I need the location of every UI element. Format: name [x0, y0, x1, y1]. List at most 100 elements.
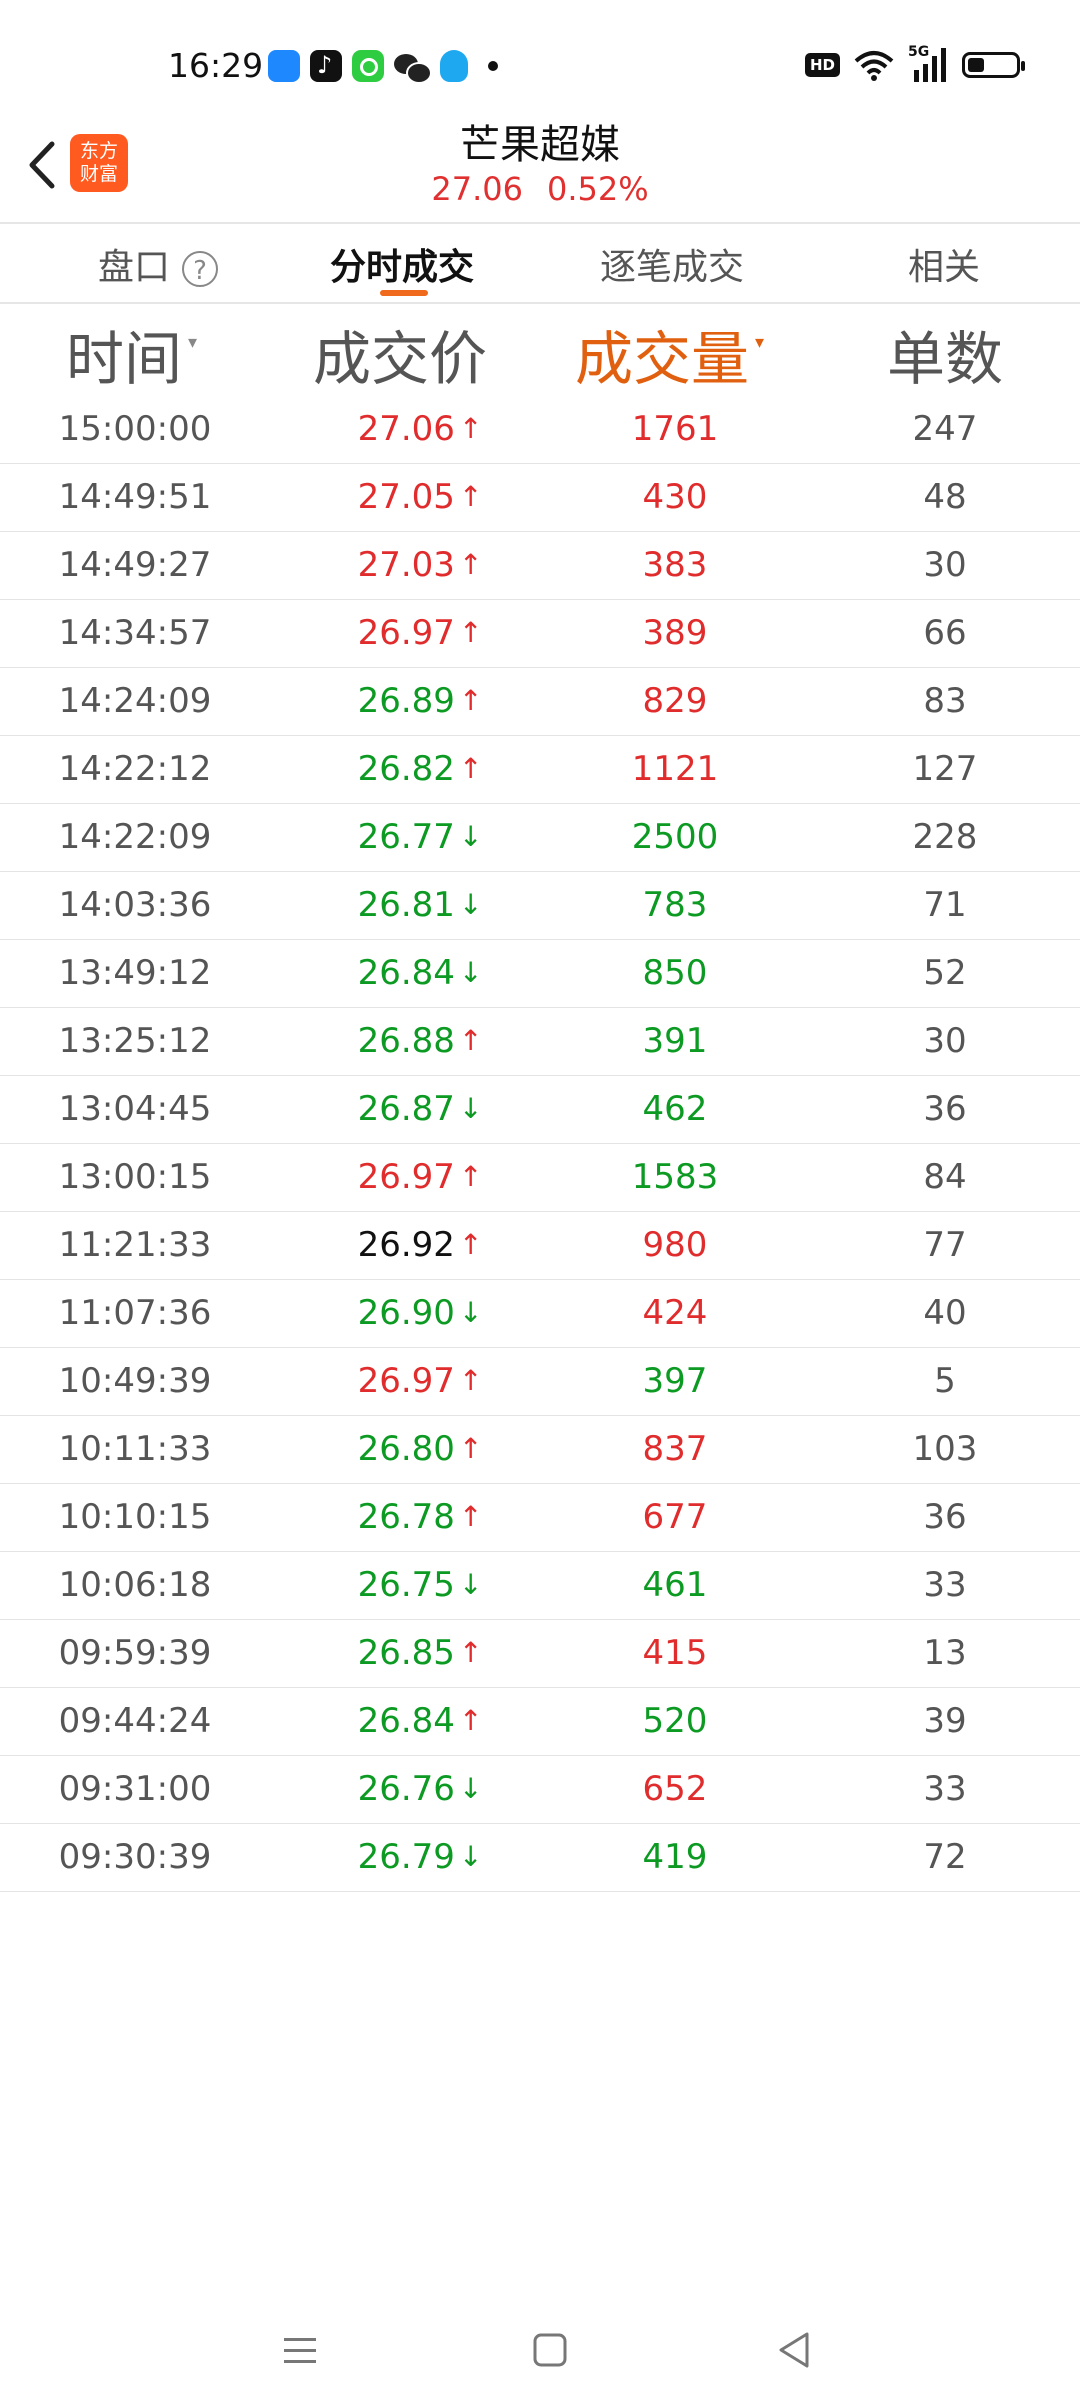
trade-volume: 1121 — [631, 749, 719, 789]
trade-time: 09:44:24 — [58, 1701, 212, 1741]
more-notifications-dot-icon — [488, 61, 498, 71]
table-row[interactable]: 14:49:27 27.03 ↑ 383 30 — [0, 532, 1080, 600]
table-row[interactable]: 10:10:15 26.78 ↑ 677 36 — [0, 1484, 1080, 1552]
column-headers: 时间 ▾ 成交价 成交量 ▾ 单数 — [0, 304, 1080, 396]
table-row[interactable]: 14:49:51 27.05 ↑ 430 48 — [0, 464, 1080, 532]
trade-price: 27.06 — [357, 409, 455, 449]
tab-order-book[interactable]: 盘口? — [98, 238, 219, 290]
table-row[interactable]: 10:06:18 26.75 ↓ 461 33 — [0, 1552, 1080, 1620]
arrow-up-icon: ↑ — [458, 1024, 483, 1057]
trade-time: 14:49:51 — [58, 477, 212, 517]
trade-price: 26.79 — [357, 1837, 455, 1877]
trade-price: 26.77 — [357, 817, 455, 857]
trade-price-cell: 26.88 ↑ — [320, 1008, 520, 1074]
table-row[interactable]: 09:44:24 26.84 ↑ 520 39 — [0, 1688, 1080, 1756]
trade-count: 39 — [923, 1701, 967, 1741]
table-row[interactable]: 14:22:12 26.82 ↑ 1121 127 — [0, 736, 1080, 804]
wifi-icon — [854, 51, 894, 81]
table-row[interactable]: 14:22:09 26.77 ↓ 2500 228 — [0, 804, 1080, 872]
table-row[interactable]: 13:25:12 26.88 ↑ 391 30 — [0, 1008, 1080, 1076]
table-row[interactable]: 14:24:09 26.89 ↑ 829 83 — [0, 668, 1080, 736]
tab-related[interactable]: 相关 — [908, 238, 980, 290]
tab-tick-trades[interactable]: 逐笔成交 — [600, 238, 744, 290]
trade-price-cell: 26.76 ↓ — [320, 1756, 520, 1822]
tab-label: 盘口 — [98, 247, 171, 288]
arrow-up-icon: ↑ — [458, 752, 483, 785]
trade-time: 13:25:12 — [58, 1021, 212, 1061]
trade-count: 30 — [923, 545, 967, 585]
trade-price-cell: 26.82 ↑ — [320, 736, 520, 802]
trade-price: 26.89 — [357, 681, 455, 721]
trade-volume: 383 — [642, 545, 708, 585]
arrow-up-icon: ↑ — [458, 616, 483, 649]
trade-volume: 652 — [642, 1769, 708, 1809]
trade-price-cell: 26.78 ↑ — [320, 1484, 520, 1550]
trade-time: 09:30:39 — [58, 1837, 212, 1877]
arrow-up-icon: ↑ — [458, 1636, 483, 1669]
tab-label: 逐笔成交 — [600, 247, 745, 288]
trade-volume: 677 — [642, 1497, 708, 1537]
trade-price: 26.87 — [357, 1089, 455, 1129]
tab-label: 相关 — [908, 247, 981, 288]
hd-badge: HD — [804, 53, 840, 77]
arrow-down-icon: ↓ — [458, 956, 483, 989]
trade-count: 72 — [923, 1837, 967, 1877]
table-row[interactable]: 11:21:33 26.92 ↑ 980 77 — [0, 1212, 1080, 1280]
table-row[interactable]: 13:49:12 26.84 ↓ 850 52 — [0, 940, 1080, 1008]
green-app-icon — [352, 50, 384, 82]
arrow-up-icon: ↑ — [458, 684, 483, 717]
trade-price: 26.82 — [357, 749, 455, 789]
wechat-app-icon — [394, 50, 432, 84]
table-row[interactable]: 15:00:00 27.06 ↑ 1761 247 — [0, 396, 1080, 464]
arrow-up-icon: ↑ — [458, 1364, 483, 1397]
arrow-up-icon: ↑ — [458, 1160, 483, 1193]
column-header-price[interactable]: 成交价 — [313, 312, 487, 396]
trade-time: 11:21:33 — [58, 1225, 212, 1265]
trade-price-cell: 27.03 ↑ — [320, 532, 520, 598]
trade-count: 30 — [923, 1021, 967, 1061]
trade-count: 247 — [912, 409, 978, 449]
table-row[interactable]: 11:07:36 26.90 ↓ 424 40 — [0, 1280, 1080, 1348]
arrow-up-icon: ↑ — [458, 1228, 483, 1261]
trades-table: 15:00:00 27.06 ↑ 1761 247 14:49:51 27.05 ↑ 430 48… — [0, 396, 1080, 1892]
table-row[interactable]: 09:30:39 26.79 ↓ 419 72 — [0, 1824, 1080, 1892]
help-icon[interactable]: ? — [182, 251, 219, 287]
table-row[interactable]: 13:04:45 26.87 ↓ 462 36 — [0, 1076, 1080, 1144]
trade-count: 36 — [923, 1089, 967, 1129]
tab-label: 分时成交 — [330, 247, 475, 288]
home-icon[interactable] — [520, 2320, 580, 2380]
arrow-down-icon: ↓ — [458, 1092, 483, 1125]
trade-price: 26.97 — [357, 613, 455, 653]
table-row[interactable]: 14:03:36 26.81 ↓ 783 71 — [0, 872, 1080, 940]
trade-price-cell: 26.79 ↓ — [320, 1824, 520, 1890]
table-row[interactable]: 10:49:39 26.97 ↑ 397 5 — [0, 1348, 1080, 1416]
tab-time-trades[interactable]: 分时成交 — [330, 238, 474, 290]
files-app-icon — [268, 50, 300, 82]
trade-price: 26.75 — [357, 1565, 455, 1605]
trade-volume: 397 — [642, 1361, 708, 1401]
trade-price-cell: 26.77 ↓ — [320, 804, 520, 870]
trade-price-cell: 26.92 ↑ — [320, 1212, 520, 1278]
trade-price: 27.05 — [357, 477, 455, 517]
table-row[interactable]: 09:59:39 26.85 ↑ 415 13 — [0, 1620, 1080, 1688]
trade-count: 33 — [923, 1565, 967, 1605]
back-triangle-icon[interactable] — [765, 2320, 825, 2380]
trade-time: 11:07:36 — [58, 1293, 212, 1333]
table-row[interactable]: 09:31:00 26.76 ↓ 652 33 — [0, 1756, 1080, 1824]
table-row[interactable]: 13:00:15 26.97 ↑ 1583 84 — [0, 1144, 1080, 1212]
trade-count: 13 — [923, 1633, 967, 1673]
menu-icon[interactable] — [270, 2320, 330, 2380]
trade-price: 26.97 — [357, 1157, 455, 1197]
trade-count: 103 — [912, 1429, 978, 1469]
active-tab-indicator — [380, 290, 428, 296]
tab-bar: 盘口? 分时成交 逐笔成交 相关 — [0, 224, 1080, 302]
table-row[interactable]: 14:34:57 26.97 ↑ 389 66 — [0, 600, 1080, 668]
table-row[interactable]: 10:11:33 26.80 ↑ 837 103 — [0, 1416, 1080, 1484]
trade-time: 10:06:18 — [58, 1565, 212, 1605]
trade-price: 26.90 — [357, 1293, 455, 1333]
column-header-count[interactable]: 单数 — [887, 312, 1003, 396]
trade-volume: 461 — [642, 1565, 708, 1605]
arrow-down-icon: ↓ — [458, 1296, 483, 1329]
column-header-time[interactable]: 时间 ▾ — [66, 312, 197, 396]
column-header-volume[interactable]: 成交量 ▾ — [575, 312, 764, 396]
